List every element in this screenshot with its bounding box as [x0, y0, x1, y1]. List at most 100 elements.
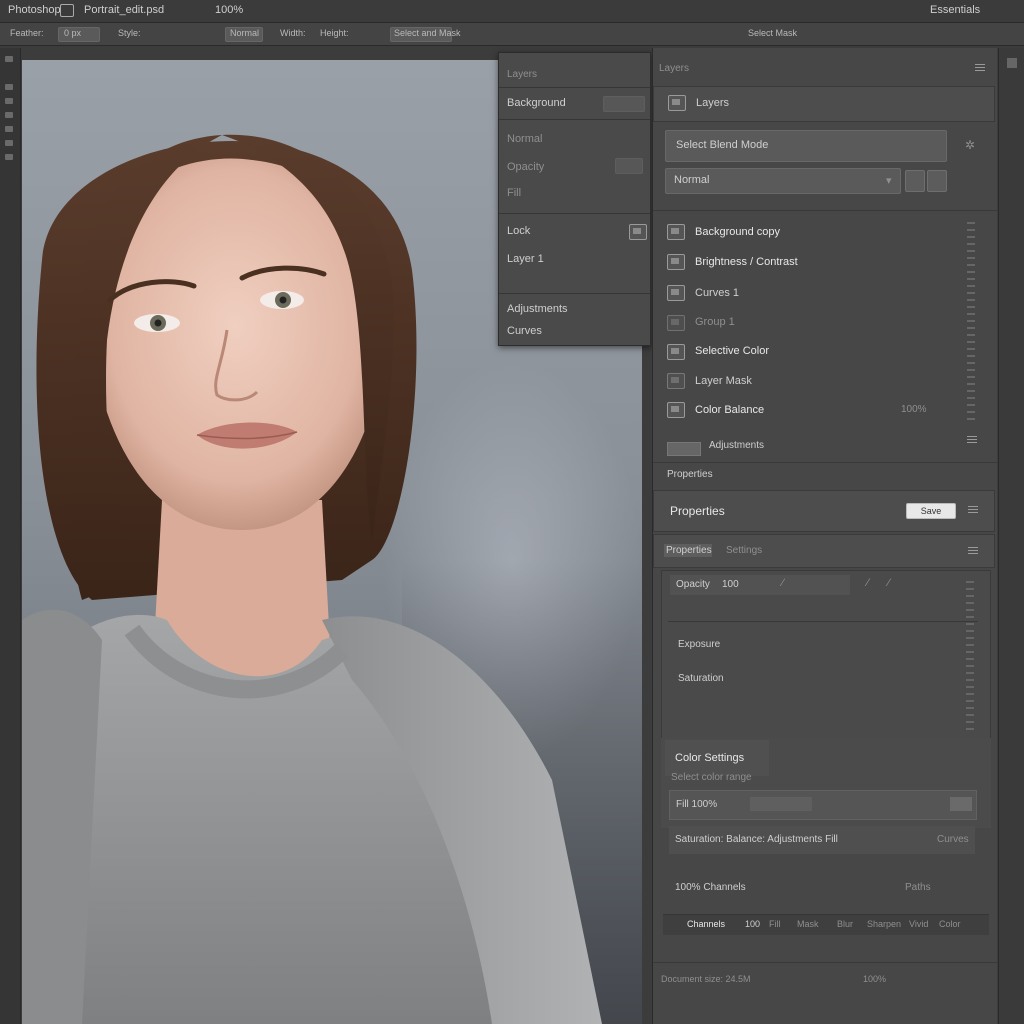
row-3[interactable]: 100% Channels Paths — [669, 874, 975, 902]
list-item[interactable]: Group 1 — [695, 316, 735, 328]
style-value: Normal — [230, 28, 260, 38]
divider — [499, 213, 650, 214]
row2-label: Saturation: Balance: Adjustments Fill — [675, 834, 838, 845]
properties-content: Opacity 100 ⁄ ∕ ⁄ Exposure Saturation — [661, 570, 991, 762]
flyout-item-curves[interactable]: Curves — [507, 325, 542, 337]
divider — [499, 119, 650, 120]
move-tool-icon[interactable] — [5, 56, 13, 62]
tab-opacity[interactable]: Opacity — [676, 579, 710, 590]
flyout-item-background[interactable]: Background — [507, 97, 566, 109]
bottom-tab[interactable]: Mask — [797, 919, 819, 929]
row-2[interactable]: Saturation: Balance: Adjustments Fill Cu… — [669, 826, 975, 854]
list-count: 100% — [901, 404, 927, 415]
save-button[interactable]: Save — [906, 503, 956, 519]
color-settings-sub: Select color range — [671, 772, 752, 783]
flyout-header: Layers — [507, 69, 538, 80]
options-right-label[interactable]: Select Mask — [748, 28, 797, 38]
list-menu-icon[interactable] — [967, 436, 977, 444]
lock-icon[interactable] — [629, 224, 647, 240]
bottom-tab[interactable]: Channels — [687, 919, 725, 929]
section2-title: Properties — [667, 469, 713, 480]
panel-dock-strip — [998, 48, 1024, 1024]
blend-mode-field[interactable]: Select Blend Mode — [665, 130, 947, 162]
layers-panel: Layers Layers Select Blend Mode ✲ Normal… — [652, 48, 997, 1024]
opacity-field[interactable] — [615, 158, 643, 174]
dropdown-arrow-icon[interactable]: ▾ — [886, 174, 892, 187]
new-layer-button[interactable] — [905, 170, 925, 192]
flyout-item-opacity[interactable]: Opacity — [507, 161, 544, 173]
list-item[interactable]: Selective Color — [695, 345, 769, 357]
crop-tool-icon[interactable] — [5, 112, 13, 118]
bottom-tab[interactable]: Color — [939, 919, 961, 929]
sub-item-saturation[interactable]: Saturation — [678, 673, 724, 684]
adjust-icon — [667, 344, 685, 360]
bottom-tabbar: Channels 100 Fill Mask Blur Sharpen Vivi… — [663, 914, 989, 935]
delete-layer-button[interactable] — [927, 170, 947, 192]
row-1[interactable]: Fill 100% — [669, 790, 977, 820]
image-icon — [667, 254, 685, 270]
properties-header: Properties Save — [653, 490, 995, 532]
row1-slider[interactable] — [750, 797, 812, 811]
bottom-tab[interactable]: 100 — [745, 919, 760, 929]
layers-list: Background copy Brightness / Contrast Cu… — [653, 216, 997, 466]
app-menu[interactable]: Photoshop — [8, 4, 61, 16]
bottom-tab[interactable]: Fill — [769, 919, 781, 929]
list-item[interactable]: Background copy — [695, 226, 780, 238]
pen-icon[interactable]: ⁄ — [782, 577, 784, 589]
list-scrollbar[interactable] — [967, 222, 975, 422]
divider — [499, 293, 650, 294]
lasso-tool-icon[interactable] — [5, 98, 13, 104]
tab-value[interactable]: 100 — [722, 579, 739, 590]
properties-scrollbar[interactable] — [966, 581, 974, 731]
option-style: Style: — [118, 28, 141, 38]
bottom-tab[interactable]: Sharpen — [867, 919, 901, 929]
sub-item-exposure[interactable]: Exposure — [678, 639, 720, 650]
eyedropper-tool-icon[interactable] — [5, 126, 13, 132]
row2-right: Curves — [937, 834, 969, 845]
adjustments-icon[interactable] — [667, 442, 701, 456]
row3-label: 100% Channels — [675, 882, 746, 893]
layers-flyout-menu: Layers Background Normal Opacity Fill Lo… — [498, 52, 651, 346]
option-height: Height: — [320, 28, 349, 38]
collapse-icon[interactable] — [1007, 58, 1017, 68]
blend-select[interactable] — [603, 96, 645, 112]
list-item[interactable]: Curves 1 — [695, 287, 739, 299]
flyout-item-fill[interactable]: Fill — [507, 187, 521, 199]
properties-menu-icon[interactable] — [968, 506, 978, 514]
row1-toggle[interactable] — [950, 797, 972, 811]
settings-gear-icon[interactable]: ✲ — [965, 138, 975, 152]
flyout-item-normal[interactable]: Normal — [507, 133, 542, 145]
layer-thumbnail-icon — [668, 95, 686, 111]
flyout-item-adjustments[interactable]: Adjustments — [507, 303, 568, 315]
zoom-level[interactable]: 100% — [215, 4, 243, 16]
subheader-left[interactable]: Properties — [666, 545, 712, 556]
layer-search-value: Normal — [674, 174, 710, 186]
layer-search-input[interactable]: Normal ▾ — [665, 168, 901, 194]
layer-label: Layers — [696, 97, 730, 109]
bottom-tab[interactable]: Vivid — [909, 919, 928, 929]
properties-subheader: Properties Settings — [653, 534, 995, 568]
pencil-icon[interactable]: ⁄ — [888, 577, 890, 589]
mask-icon — [667, 373, 685, 389]
flyout-item-layer1[interactable]: Layer 1 — [507, 253, 544, 265]
list-item[interactable]: Color Balance — [695, 404, 764, 416]
bottom-tab[interactable]: Blur — [837, 919, 853, 929]
eraser-tool-icon[interactable] — [5, 154, 13, 160]
list-item[interactable]: Brightness / Contrast — [695, 256, 798, 268]
marquee-tool-icon[interactable] — [5, 84, 13, 90]
list-item[interactable]: Layer Mask — [695, 375, 752, 387]
row1-label: Fill 100% — [676, 799, 718, 810]
brush-tool-icon[interactable] — [5, 140, 13, 146]
subheader-menu-icon[interactable] — [968, 547, 978, 555]
subheader-right[interactable]: Settings — [726, 545, 762, 556]
options-bar: Feather: 0 px Style: Normal Width: Heigh… — [0, 23, 1024, 46]
image-icon — [667, 402, 685, 418]
footer-zoom: 100% — [863, 974, 887, 984]
option-width: Width: — [280, 28, 306, 38]
divider — [653, 962, 997, 963]
panel-menu-icon[interactable] — [975, 64, 985, 72]
flyout-item-lock[interactable]: Lock — [507, 225, 530, 237]
divider — [653, 210, 997, 211]
brush-icon[interactable]: ∕ — [867, 577, 869, 589]
workspace-switcher[interactable]: Essentials — [930, 4, 980, 16]
